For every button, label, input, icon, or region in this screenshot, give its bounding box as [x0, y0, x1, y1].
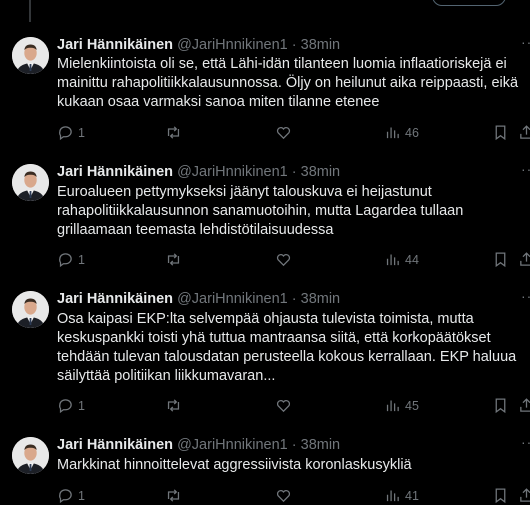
tweet-actions: 1 45	[0, 397, 530, 415]
author-handle[interactable]: @JariHnnikinen1	[177, 291, 288, 307]
tweet-header: Jari Hännikäinen @JariHnnikinen1 · 38min	[57, 163, 340, 181]
bookmark-icon	[495, 252, 506, 268]
retweet-icon	[167, 489, 180, 502]
avatar[interactable]	[12, 164, 49, 201]
heart-icon	[276, 489, 291, 503]
top-button-edge[interactable]	[432, 0, 506, 6]
heart-icon	[276, 253, 291, 267]
share-button[interactable]	[518, 487, 530, 504]
share-icon	[520, 252, 530, 266]
reply-count: 1	[78, 252, 85, 267]
views-count: 44	[405, 252, 419, 267]
reply-icon	[59, 489, 72, 504]
analytics-icon	[386, 127, 399, 139]
like-button[interactable]	[275, 251, 296, 268]
reply-count: 1	[78, 488, 85, 503]
author-handle[interactable]: @JariHnnikinen1	[177, 37, 288, 53]
retweet-button[interactable]	[165, 397, 186, 414]
share-button[interactable]	[518, 124, 530, 141]
analytics-icon	[386, 400, 399, 412]
views-button[interactable]: 44	[384, 251, 419, 268]
separator-dot: ·	[291, 291, 297, 307]
author-handle[interactable]: @JariHnnikinen1	[177, 437, 288, 453]
tweet-text: Mielenkiintoista oli se, että Lähi-idän …	[57, 56, 519, 110]
bookmark-button[interactable]	[492, 397, 509, 414]
more-options-icon[interactable]: ···	[521, 34, 530, 50]
reply-count: 1	[78, 398, 85, 413]
share-icon	[520, 488, 530, 502]
separator-dot: ·	[291, 437, 297, 453]
views-count: 41	[405, 488, 419, 503]
reply-button[interactable]: 1	[57, 397, 85, 414]
views-count: 45	[405, 398, 419, 413]
more-options-icon[interactable]: ···	[521, 434, 530, 450]
retweet-button[interactable]	[165, 251, 186, 268]
share-button[interactable]	[518, 397, 530, 414]
reply-button[interactable]: 1	[57, 487, 85, 504]
author-name[interactable]: Jari Hännikäinen	[57, 291, 173, 307]
author-name[interactable]: Jari Hännikäinen	[57, 37, 173, 53]
share-button[interactable]	[518, 251, 530, 268]
timestamp[interactable]: 38min	[301, 437, 341, 453]
bookmark-button[interactable]	[492, 251, 509, 268]
timestamp[interactable]: 38min	[301, 291, 341, 307]
tweet-header: Jari Hännikäinen @JariHnnikinen1 · 38min	[57, 436, 340, 454]
retweet-icon	[167, 399, 180, 412]
author-name[interactable]: Jari Hännikäinen	[57, 164, 173, 180]
bookmark-icon	[495, 398, 506, 414]
heart-icon	[276, 126, 291, 140]
reply-icon	[59, 126, 72, 141]
share-icon	[520, 398, 530, 412]
analytics-icon	[386, 254, 399, 266]
bookmark-button[interactable]	[492, 124, 509, 141]
separator-dot: ·	[291, 37, 297, 53]
like-button[interactable]	[275, 397, 296, 414]
heart-icon	[276, 399, 291, 413]
tweet-header: Jari Hännikäinen @JariHnnikinen1 · 38min	[57, 290, 340, 308]
reply-button[interactable]: 1	[57, 124, 85, 141]
tweet-text: Markkinat hinnoittelevat aggressiivista …	[57, 457, 412, 473]
timestamp[interactable]: 38min	[301, 37, 341, 53]
tweet-actions: 1 41	[0, 487, 530, 505]
bookmark-icon	[495, 488, 506, 504]
bookmark-button[interactable]	[492, 487, 509, 504]
thread-connector-line	[29, 0, 31, 22]
more-options-icon[interactable]: ···	[521, 161, 530, 177]
reply-icon	[59, 399, 72, 414]
author-name[interactable]: Jari Hännikäinen	[57, 437, 173, 453]
tweet-actions: 1 46	[0, 124, 530, 142]
reply-button[interactable]: 1	[57, 251, 85, 268]
retweet-icon	[167, 126, 180, 139]
retweet-button[interactable]	[165, 487, 186, 504]
tweet-text: Euroalueen pettymykseksi jäänyt talousku…	[57, 184, 464, 238]
avatar[interactable]	[12, 37, 49, 74]
avatar[interactable]	[12, 437, 49, 474]
views-button[interactable]: 46	[384, 124, 419, 141]
like-button[interactable]	[275, 124, 296, 141]
author-handle[interactable]: @JariHnnikinen1	[177, 164, 288, 180]
bookmark-icon	[495, 125, 506, 141]
share-icon	[520, 125, 530, 139]
like-button[interactable]	[275, 487, 296, 504]
timestamp[interactable]: 38min	[301, 164, 341, 180]
retweet-icon	[167, 253, 180, 266]
separator-dot: ·	[291, 164, 297, 180]
retweet-button[interactable]	[165, 124, 186, 141]
analytics-icon	[386, 490, 399, 502]
more-options-icon[interactable]: ···	[521, 288, 530, 304]
views-button[interactable]: 41	[384, 487, 419, 504]
views-button[interactable]: 45	[384, 397, 419, 414]
tweet-text: Osa kaipasi EKP:lta selvempää ohjausta t…	[57, 311, 517, 384]
views-count: 46	[405, 125, 419, 140]
reply-icon	[59, 253, 72, 268]
tweet-header: Jari Hännikäinen @JariHnnikinen1 · 38min	[57, 36, 340, 54]
reply-count: 1	[78, 125, 85, 140]
tweet-actions: 1 44	[0, 251, 530, 269]
avatar[interactable]	[12, 291, 49, 328]
